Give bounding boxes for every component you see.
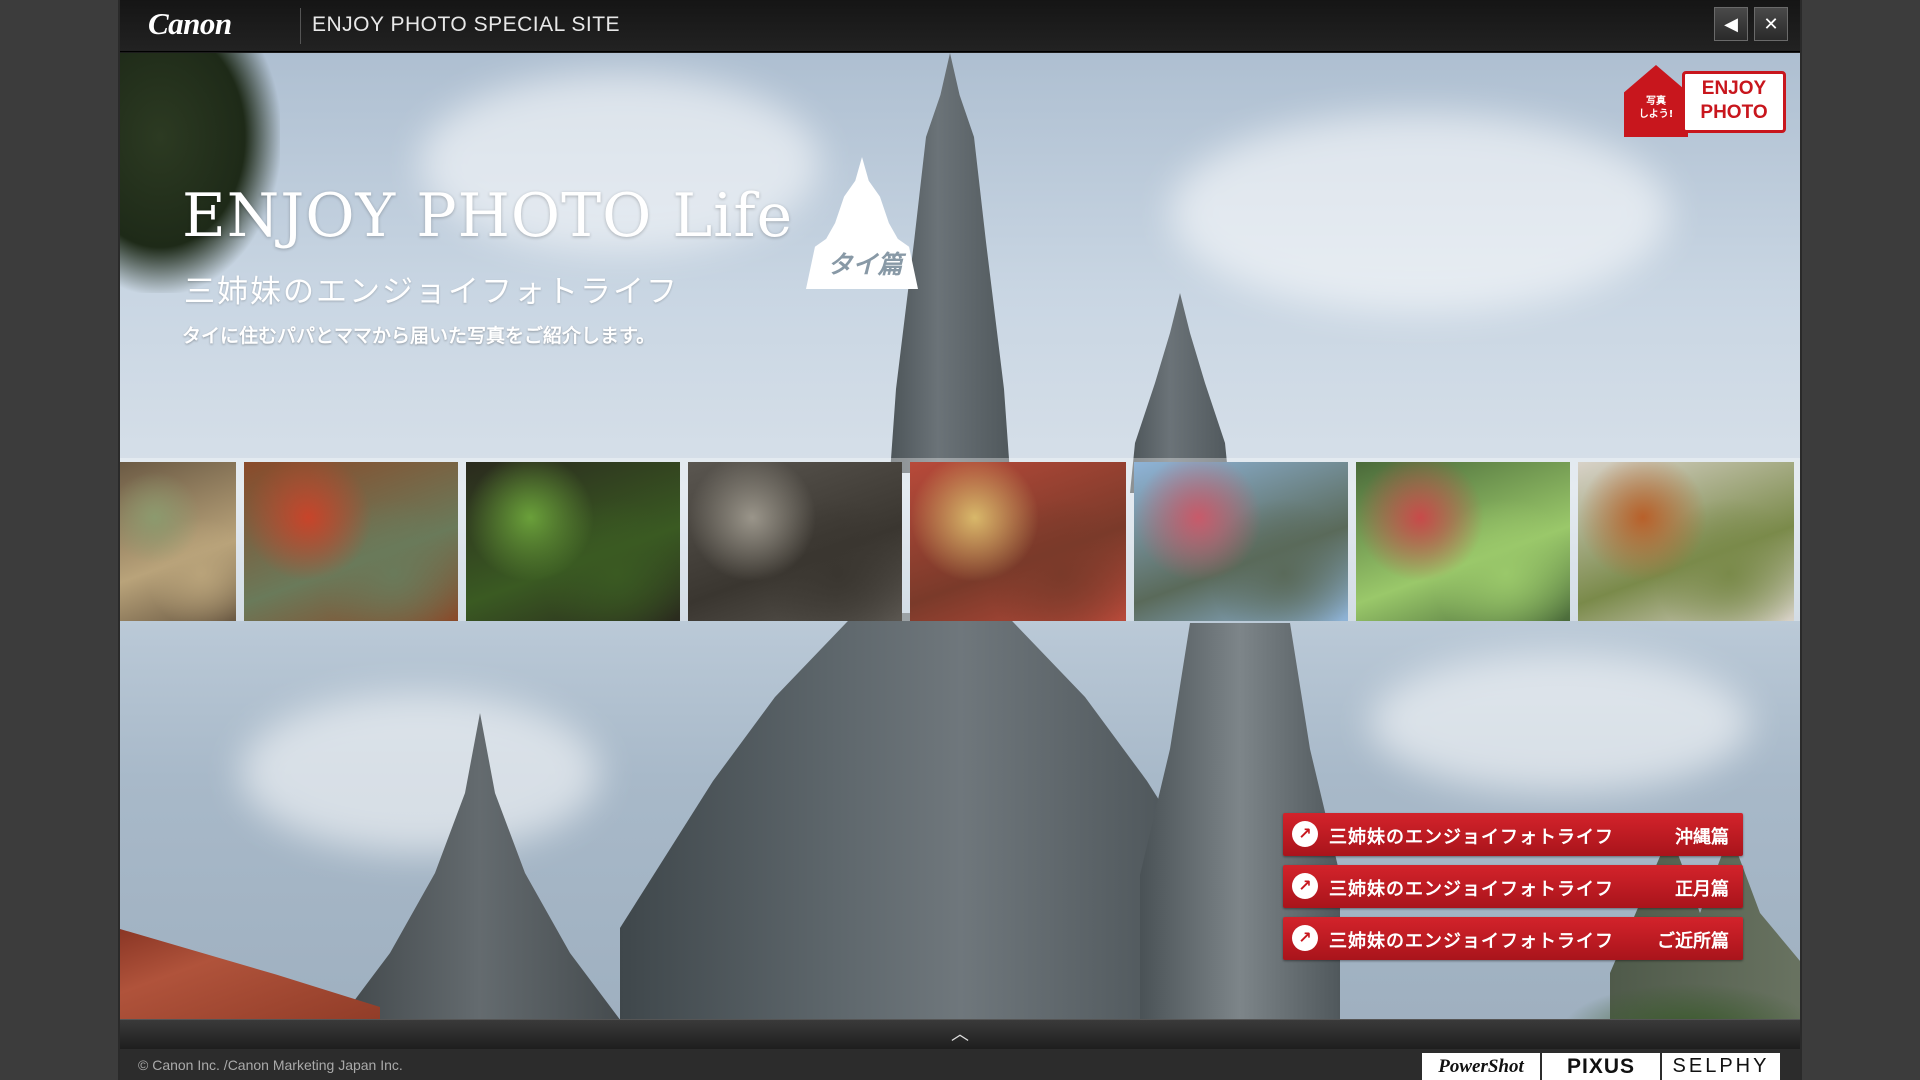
right-background-panel	[1800, 0, 1920, 1080]
temple-red-roof	[120, 929, 380, 1019]
arrow-icon: ↗	[1292, 925, 1318, 951]
related-links: ↗ 三姉妹のエンジョイフォトライフ 沖縄篇 ↗ 三姉妹のエンジョイフォトライフ 正月篇 ↗ 三…	[1283, 813, 1743, 969]
close-button[interactable]: ✕	[1754, 7, 1788, 41]
thailand-badge: タイ篇	[806, 157, 918, 289]
tagline: タイに住むパパとママから届いた写真をご紹介します。	[182, 325, 656, 347]
speaker-icon: ◀	[1724, 13, 1738, 35]
link-title: 三姉妹のエンジョイフォトライフ	[1329, 879, 1614, 900]
selphy-link[interactable]: SELPHY	[1662, 1053, 1782, 1080]
house-text-line1: 写真	[1646, 96, 1666, 107]
site-window: Canon ENJOY PHOTO SPECIAL SITE ◀ ✕ ENJOY…	[120, 0, 1800, 1080]
sound-toggle-button[interactable]: ◀	[1714, 7, 1748, 41]
spice-bags-photo[interactable]	[910, 462, 1126, 621]
pixus-link[interactable]: PIXUS	[1542, 1053, 1662, 1080]
tree-foliage	[120, 53, 280, 293]
green-eggplant-photo[interactable]	[466, 462, 680, 621]
arrow-icon: ↗	[1292, 821, 1318, 847]
subtitle: 三姉妹のエンジョイフォトライフ	[184, 274, 679, 310]
link-episode: ご近所篇	[1657, 931, 1729, 952]
hero-background: ENJOY PHOTO Life タイ篇 三姉妹のエンジョイフォトライフ タイに…	[120, 53, 1800, 1019]
link-episode: 沖縄篇	[1675, 827, 1729, 848]
collapse-bar: ︿	[120, 1019, 1800, 1049]
badge-text: タイ篇	[827, 250, 903, 279]
site-title: ENJOY PHOTO SPECIAL SITE	[312, 13, 621, 36]
footer: © Canon Inc. /Canon Marketing Japan Inc.…	[120, 1049, 1800, 1080]
fruit-cart-photo[interactable]	[1356, 462, 1570, 621]
market-stalls-photo[interactable]	[120, 462, 236, 621]
link-title: 三姉妹のエンジョイフォトライフ	[1329, 827, 1614, 848]
copyright: © Canon Inc. /Canon Marketing Japan Inc.	[138, 1057, 403, 1073]
enjoy-photo-label: ENJOY PHOTO	[1682, 71, 1786, 133]
enjoy-photo-life-link-2[interactable]: ↗ 三姉妹のエンジョイフォトライフ 正月篇	[1283, 865, 1743, 908]
street-traffic-photo[interactable]	[1134, 462, 1348, 621]
house-text-line2: しよう!	[1638, 109, 1674, 120]
covered-market-photo[interactable]	[688, 462, 902, 621]
chevron-up-icon[interactable]: ︿	[938, 1022, 982, 1048]
left-background-panel	[0, 0, 120, 1080]
photo-thumbnail-strip	[120, 458, 1800, 621]
top-bar: Canon ENJOY PHOTO SPECIAL SITE ◀ ✕	[120, 0, 1800, 52]
arrow-icon: ↗	[1292, 873, 1318, 899]
topbar-divider	[300, 8, 301, 44]
red-chili-market-photo[interactable]	[244, 462, 458, 621]
close-icon: ✕	[1763, 13, 1779, 35]
trees-right	[1560, 983, 1800, 1019]
main-title: ENJOY PHOTO Life	[182, 181, 794, 251]
enjoy-photo-life-link-1[interactable]: ↗ 三姉妹のエンジョイフォトライフ 沖縄篇	[1283, 813, 1743, 856]
link-title: 三姉妹のエンジョイフォトライフ	[1329, 931, 1614, 952]
thai-dishes-photo[interactable]	[1578, 462, 1794, 621]
enjoy-photo-badge[interactable]: 写真 しよう! ENJOY PHOTO	[1624, 65, 1786, 137]
link-episode: 正月篇	[1675, 879, 1729, 900]
canon-logo[interactable]: Canon	[148, 6, 232, 46]
powershot-link[interactable]: PowerShot	[1422, 1053, 1542, 1080]
enjoy-photo-life-link-3[interactable]: ↗ 三姉妹のエンジョイフォトライフ ご近所篇	[1283, 917, 1743, 960]
